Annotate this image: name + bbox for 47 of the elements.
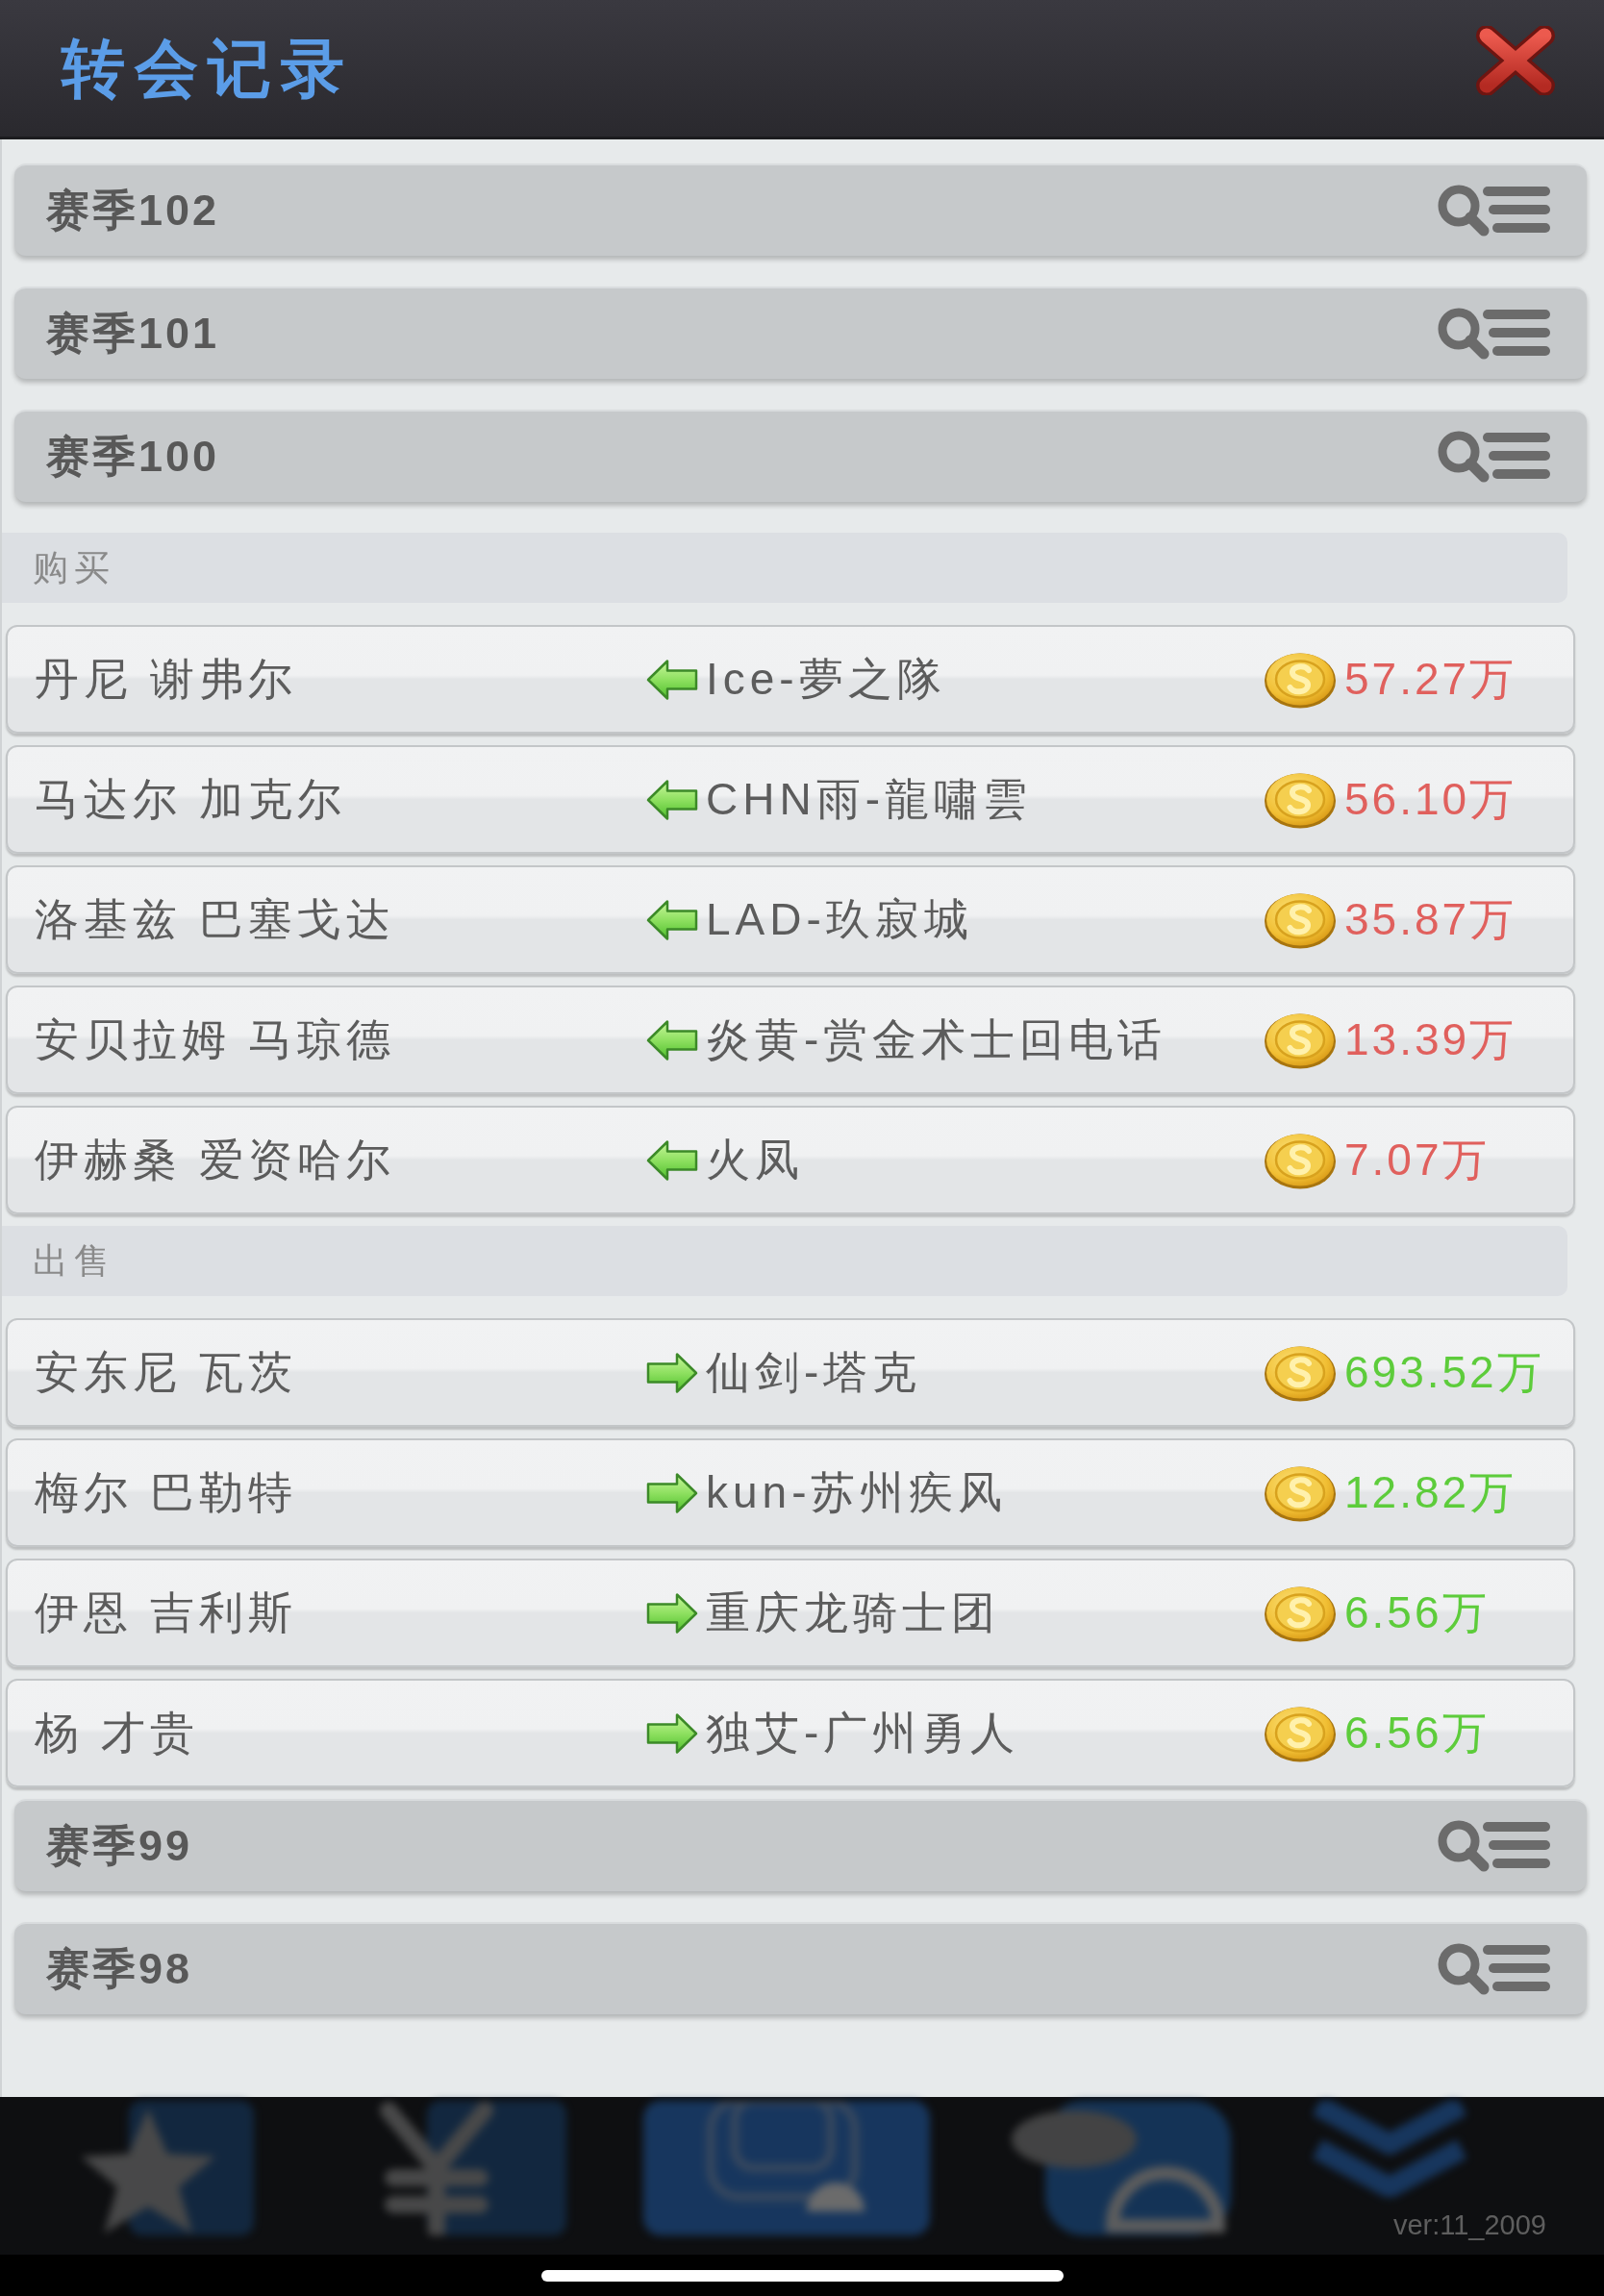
fee-amount: 693.52万 xyxy=(1344,1345,1544,1399)
fee-amount: 56.10万 xyxy=(1344,772,1517,826)
tile-icon xyxy=(643,2101,930,2235)
club-name: 重庆龙骑士团 xyxy=(706,1585,1000,1639)
club-name: LAD-玖寂城 xyxy=(706,892,973,946)
season-button[interactable]: 赛季98 xyxy=(14,1922,1587,2014)
arrow-left-icon xyxy=(646,898,698,941)
player-name: 丹尼 谢弗尔 xyxy=(35,652,298,706)
fee-amount: 35.87万 xyxy=(1344,892,1517,946)
fee-amount: 7.07万 xyxy=(1344,1133,1490,1186)
player-name: 马达尔 加克尔 xyxy=(35,772,347,826)
fee-amount: 13.39万 xyxy=(1344,1012,1517,1066)
player-name: 杨 才贵 xyxy=(35,1706,200,1759)
club-name: CHN雨-龍嘯雲 xyxy=(706,772,1032,826)
player-name: 伊赫桑 爱资哈尔 xyxy=(35,1133,396,1186)
player-name: 伊恩 吉利斯 xyxy=(35,1585,298,1639)
arrow-left-icon xyxy=(646,778,698,821)
section-header: 出售 xyxy=(2,1226,1567,1296)
club-name: kun-苏州疾风 xyxy=(706,1465,1008,1519)
season-button[interactable]: 赛季102 xyxy=(14,163,1587,256)
club-name: 火凤 xyxy=(706,1133,804,1186)
club-name: 独艾-广州勇人 xyxy=(706,1706,1020,1759)
club-name: 仙剑-塔克 xyxy=(706,1345,922,1399)
arrow-left-icon xyxy=(646,1018,698,1061)
arrow-right-icon xyxy=(646,1351,698,1394)
arrow-right-icon xyxy=(646,1591,698,1635)
close-icon[interactable] xyxy=(1475,26,1556,95)
player-name: 安东尼 瓦茨 xyxy=(35,1345,298,1399)
fee-amount: 57.27万 xyxy=(1344,652,1517,706)
season-button[interactable]: 赛季101 xyxy=(14,287,1587,379)
arrow-left-icon xyxy=(646,658,698,701)
window-title: 转会记录 xyxy=(62,33,354,104)
section-header: 购买 xyxy=(2,533,1567,603)
player-name: 安贝拉姆 马琼德 xyxy=(35,1012,396,1066)
club-name: Ice-夢之隊 xyxy=(706,652,946,706)
arrow-left-icon xyxy=(646,1138,698,1182)
player-name: 洛基兹 巴塞戈达 xyxy=(35,892,396,946)
version-label: ver:11_2009 xyxy=(1392,2209,1546,2241)
club-name: 炎黄-赏金术士回电话 xyxy=(706,1012,1167,1066)
player-name: 梅尔 巴勒特 xyxy=(35,1465,298,1519)
season-button[interactable]: 赛季100 xyxy=(14,410,1587,502)
fee-amount: 6.56万 xyxy=(1344,1585,1490,1639)
arrow-right-icon xyxy=(646,1711,698,1755)
season-button[interactable]: 赛季99 xyxy=(14,1799,1587,1891)
arrow-right-icon xyxy=(646,1471,698,1514)
fee-amount: 6.56万 xyxy=(1344,1706,1490,1759)
fee-amount: 12.82万 xyxy=(1344,1465,1517,1519)
